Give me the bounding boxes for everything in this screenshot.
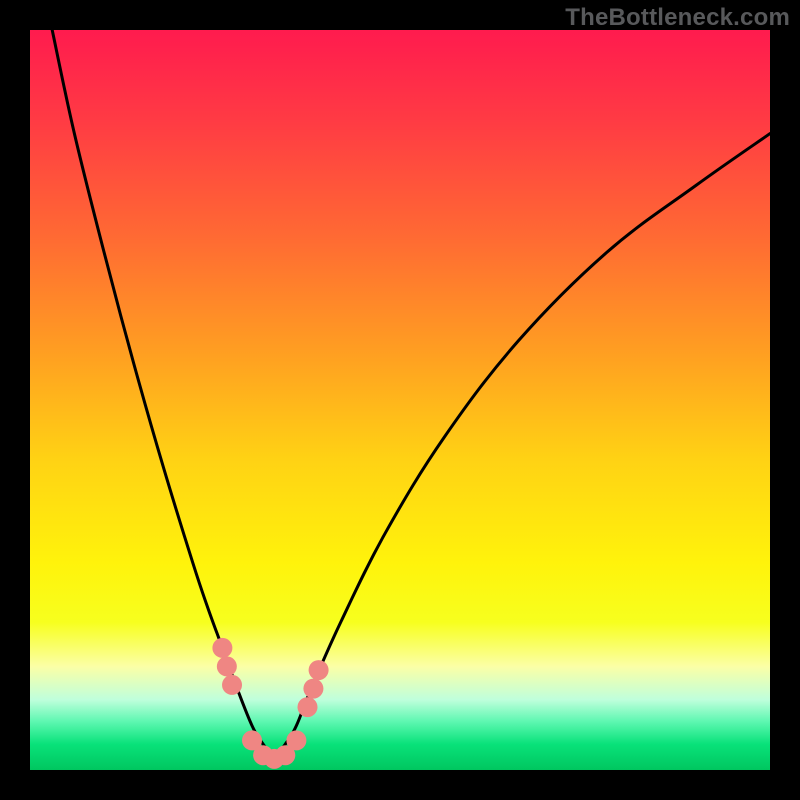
plot-area (30, 30, 770, 770)
marker-dot (309, 660, 329, 680)
outer-frame: TheBottleneck.com (0, 0, 800, 800)
marker-dot (212, 638, 232, 658)
highlight-markers (212, 638, 328, 769)
marker-dot (286, 730, 306, 750)
chart-svg (30, 30, 770, 770)
marker-dot (222, 675, 242, 695)
marker-dot (217, 656, 237, 676)
marker-dot (298, 697, 318, 717)
bottleneck-curve (52, 30, 770, 755)
attribution-label: TheBottleneck.com (565, 4, 790, 32)
marker-dot (303, 679, 323, 699)
